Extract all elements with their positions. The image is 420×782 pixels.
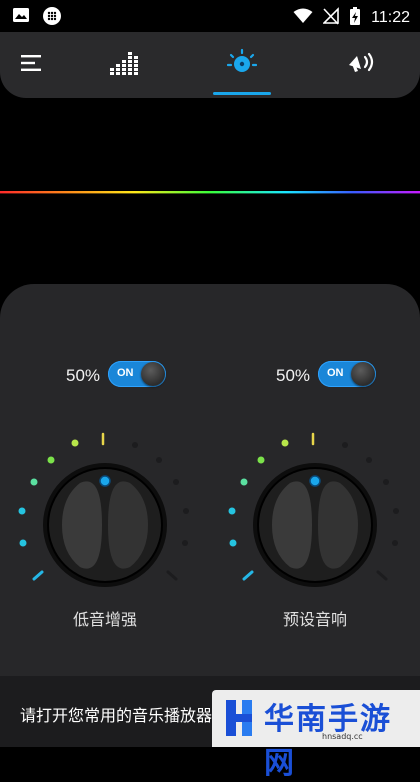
status-bar: 11:22: [0, 0, 420, 32]
toggle-thumb: [141, 362, 165, 386]
tab-bass-boost[interactable]: [202, 32, 282, 98]
active-tab-indicator: [213, 92, 271, 95]
menu-icon: [21, 55, 43, 75]
battery-charging-icon: [349, 6, 361, 30]
status-time: 11:22: [371, 9, 410, 26]
tab-equalizer[interactable]: [84, 32, 164, 98]
tab-volume[interactable]: [322, 32, 402, 98]
banner-text: 请打开您常用的音乐播放器: [20, 706, 213, 725]
bass-boost-knob[interactable]: [10, 425, 210, 595]
top-tab-bar: [0, 32, 420, 98]
toggle-on-label: ON: [117, 367, 134, 379]
preset-sound-percent: 50%: [276, 366, 311, 385]
watermark: 华南手游网 hnsadq.cc: [212, 690, 420, 781]
watermark-url: hnsadq.cc: [322, 732, 363, 741]
bass-boost-label: 低音增强: [72, 610, 137, 629]
volume-icon: [348, 51, 376, 79]
toggle-thumb: [351, 362, 375, 386]
tab-menu[interactable]: [0, 32, 72, 98]
preset-sound-label: 预设音响: [282, 610, 347, 629]
toggle-on-label: ON: [327, 367, 344, 379]
wifi-icon: [293, 8, 313, 28]
image-icon: [12, 6, 30, 30]
bass-boost-toggle[interactable]: ON: [108, 361, 166, 387]
equalizer-icon: [110, 51, 138, 79]
spectrum-visualizer: [0, 191, 420, 194]
preset-sound-knob[interactable]: [220, 425, 420, 595]
watermark-logo-icon: [226, 700, 252, 736]
app-grid-icon: [42, 6, 62, 30]
bass-boost-percent: 50%: [66, 366, 101, 385]
bass-boost-icon: [226, 48, 258, 82]
preset-sound-toggle[interactable]: ON: [318, 361, 376, 387]
no-signal-icon: [322, 7, 339, 29]
